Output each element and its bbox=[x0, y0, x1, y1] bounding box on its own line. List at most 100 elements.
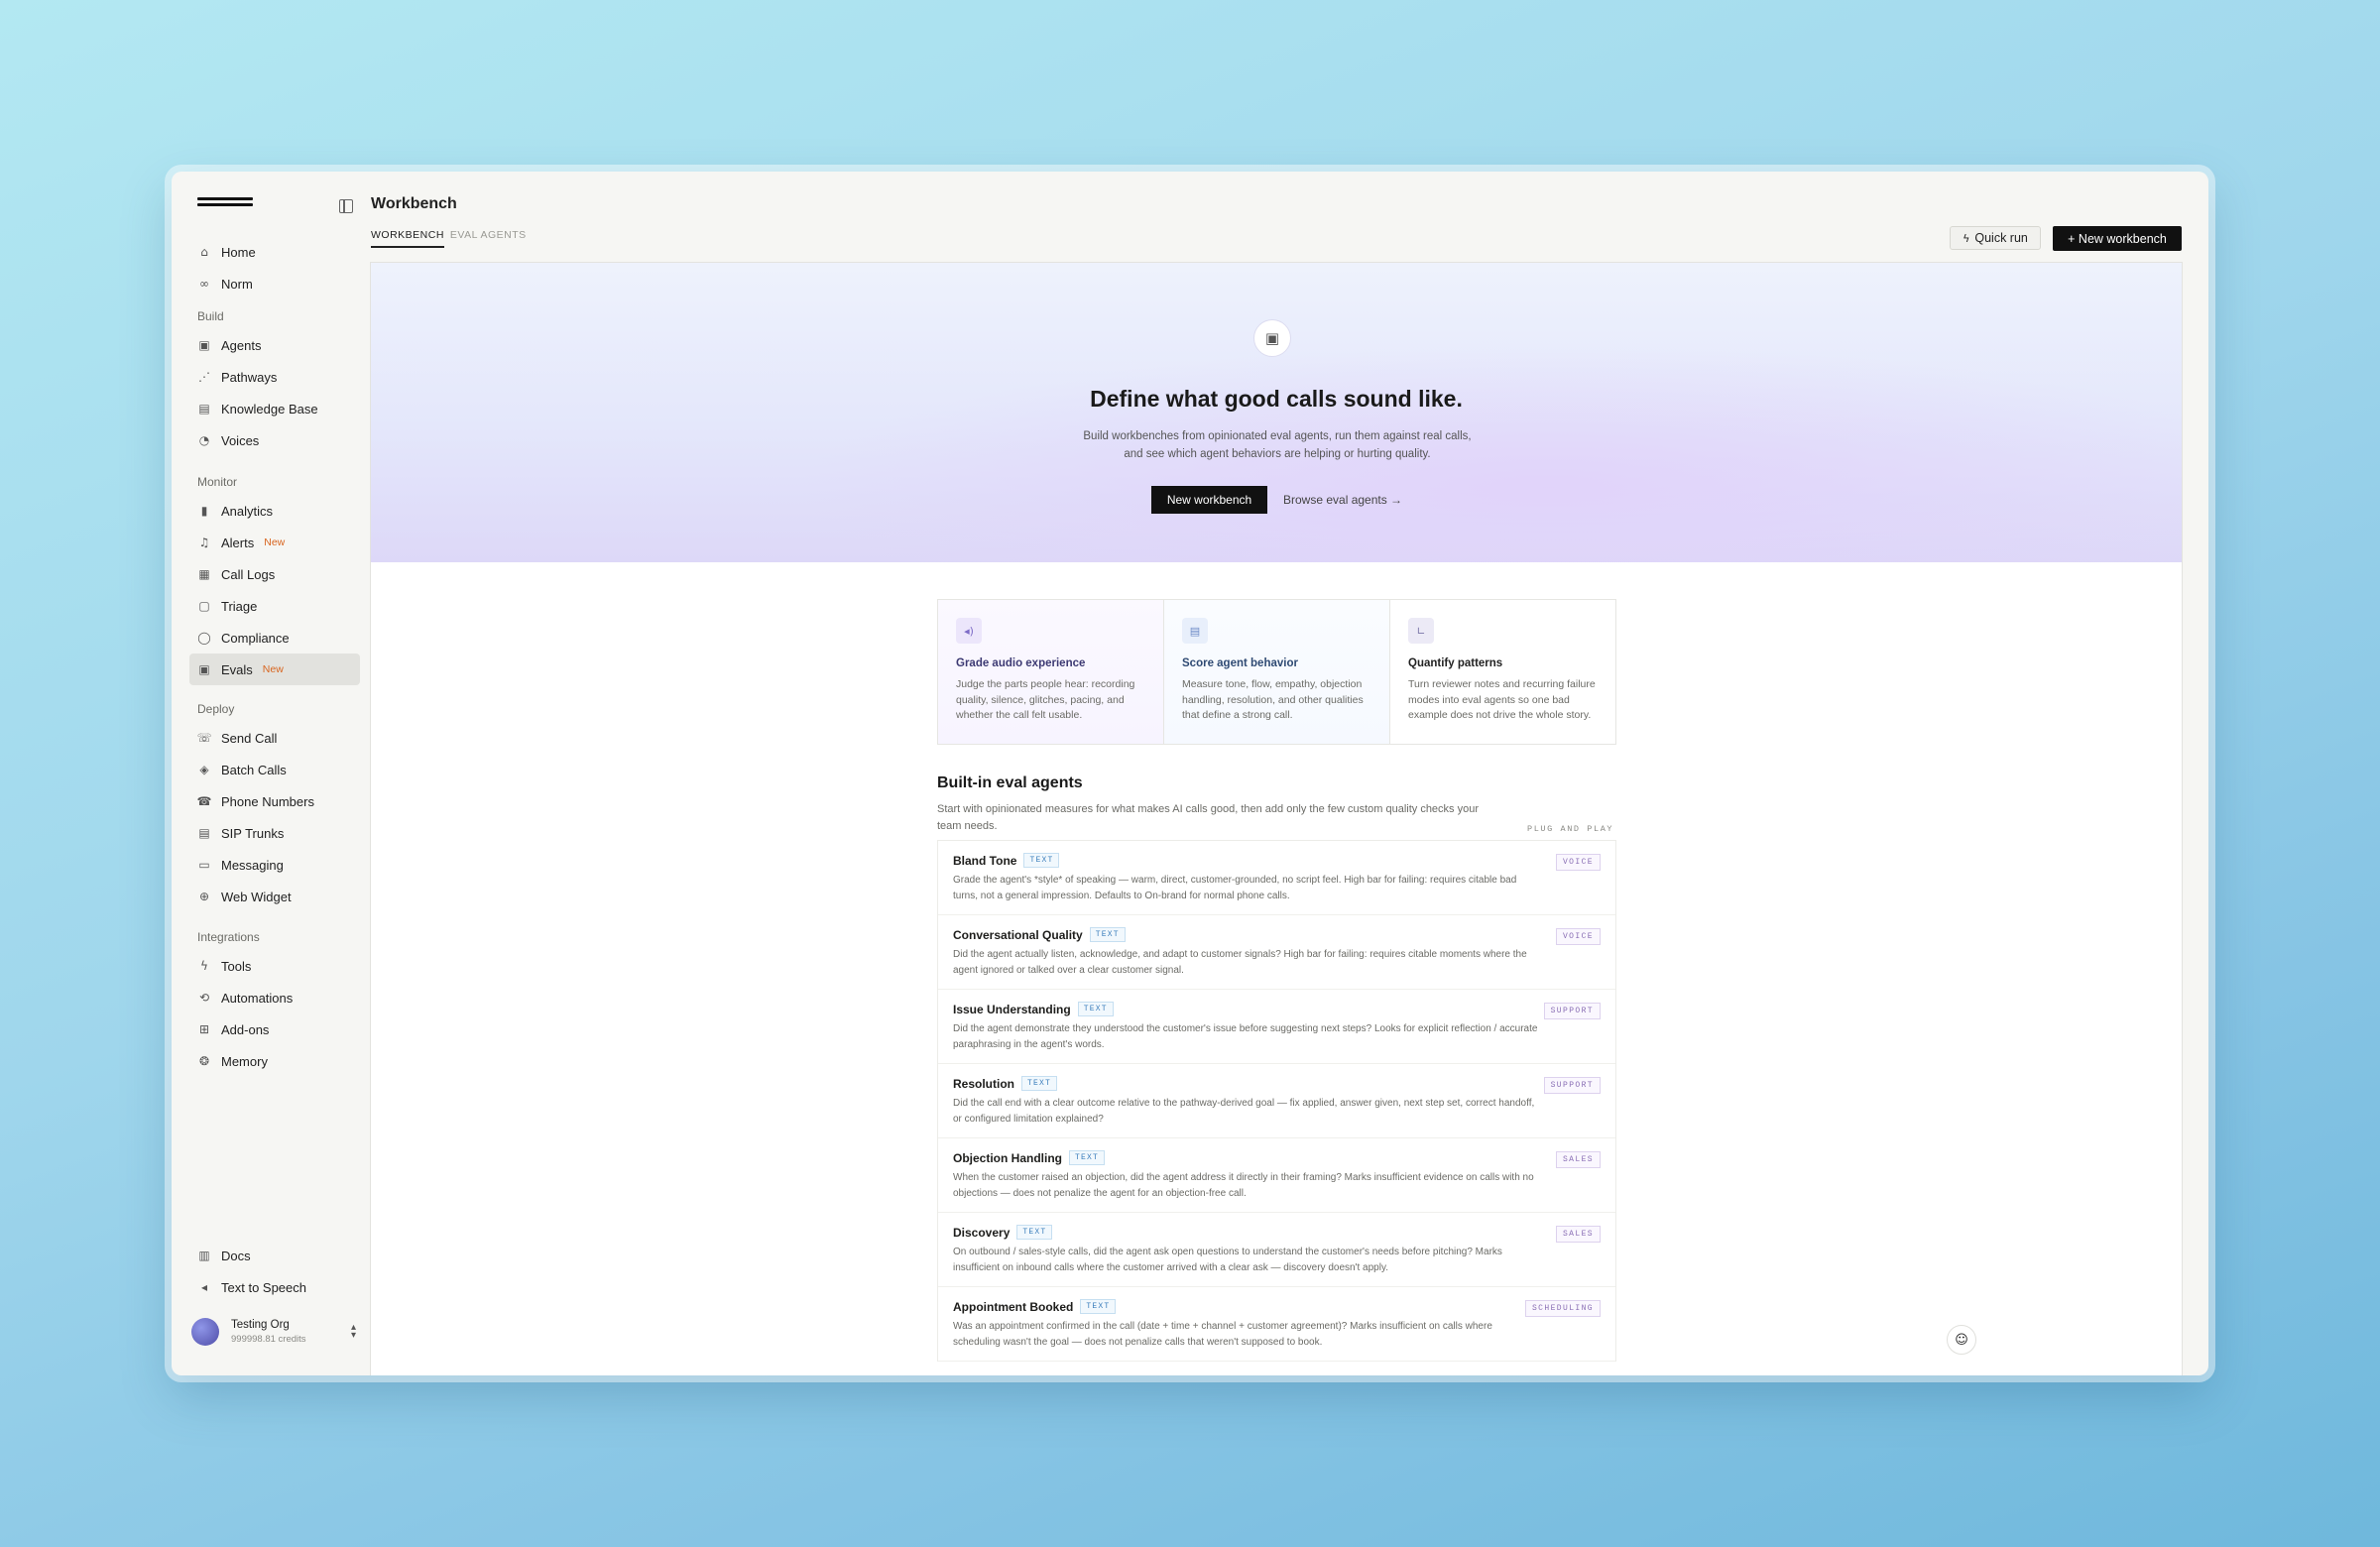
type-badge: TEXT bbox=[1016, 1225, 1053, 1240]
sidebar-item-home[interactable]: ⌂ Home bbox=[189, 236, 360, 268]
feature-card: ◂) Grade audio experience Judge the part… bbox=[938, 600, 1164, 744]
category-badge: SUPPORT bbox=[1543, 1077, 1601, 1094]
sidebar-item-voices[interactable]: ◔ Voices bbox=[189, 424, 360, 456]
list-item[interactable]: Objection Handling TEXT When the customer… bbox=[938, 1138, 1615, 1213]
feature-description: Turn reviewer notes and recurring failur… bbox=[1408, 678, 1596, 721]
norm-icon: ∞ bbox=[199, 277, 209, 291]
agent-description: When the customer raised an objection, d… bbox=[953, 1172, 1534, 1199]
sidebar-item-phone-numbers[interactable]: ☎ Phone Numbers bbox=[189, 785, 360, 817]
sidebar-item-batch-calls[interactable]: ◈ Batch Calls bbox=[189, 754, 360, 785]
sidebar-toggle-icon[interactable] bbox=[339, 199, 353, 213]
globe-icon: ⊕ bbox=[198, 890, 210, 903]
message-icon: ▭ bbox=[198, 858, 210, 872]
document-icon: ▤ bbox=[1182, 618, 1208, 644]
org-name: Testing Org bbox=[231, 1319, 290, 1331]
sidebar-item-pathways[interactable]: ⋰ Pathways bbox=[189, 361, 360, 393]
bar-chart-icon: ▮ bbox=[200, 504, 208, 518]
feature-title: Score agent behavior bbox=[1182, 657, 1298, 669]
list-item[interactable]: Issue Understanding TEXT Did the agent de… bbox=[938, 990, 1615, 1064]
org-switcher[interactable]: Testing Org 999998.81 credits ▴ ▾ bbox=[189, 1312, 360, 1352]
list-item[interactable]: Bland Tone TEXT Grade the agent's *style*… bbox=[938, 841, 1615, 915]
category-badge: SALES bbox=[1555, 1226, 1601, 1243]
builtin-title: Built-in eval agents bbox=[937, 774, 1083, 791]
list-item[interactable]: Resolution TEXT Did the call end with a c… bbox=[938, 1064, 1615, 1138]
app-window: ⌂ Home ∞ Norm Build ▣ Agents ⋰ Pathways ▤ Kno… bbox=[172, 172, 2208, 1375]
feature-description: Measure tone, flow, empathy, objection h… bbox=[1182, 678, 1364, 721]
speaker-icon: ◂ bbox=[200, 1280, 208, 1294]
sidebar-item-automations[interactable]: ⟲ Automations bbox=[189, 982, 360, 1013]
sidebar-item-alerts[interactable]: ♫ Alerts New bbox=[189, 527, 360, 558]
sidebar-item-send-call[interactable]: ☏ Send Call bbox=[189, 722, 360, 754]
agent-icon: ▣ bbox=[198, 338, 210, 352]
list-item[interactable]: Appointment Booked TEXT Was an appointmen… bbox=[938, 1287, 1615, 1362]
nav-monitor: Monitor ▮ Analytics ♫ Alerts New ▦ Call Logs… bbox=[189, 467, 360, 685]
sidebar-item-compliance[interactable]: ◯ Compliance bbox=[189, 622, 360, 654]
agent-name: Discovery bbox=[953, 1225, 1011, 1240]
chevron-up-down-icon: ▴ ▾ bbox=[350, 1322, 356, 1341]
category-badge: SCHEDULING bbox=[1524, 1300, 1601, 1317]
table-icon: ▦ bbox=[198, 567, 210, 581]
speaker-icon: ◂) bbox=[956, 618, 982, 644]
new-workbench-button[interactable]: + New workbench bbox=[2053, 226, 2182, 251]
sidebar-item-norm[interactable]: ∞ Norm bbox=[189, 268, 360, 299]
agent-description: Did the agent demonstrate they understoo… bbox=[953, 1023, 1538, 1050]
phone-outgoing-icon: ☏ bbox=[196, 731, 212, 745]
tab-eval-agents[interactable]: Eval Agents bbox=[450, 229, 527, 248]
page-title: Workbench bbox=[371, 195, 457, 212]
feature-card: ∟ Quantify patterns Turn reviewer notes … bbox=[1390, 600, 1615, 744]
quick-run-button[interactable]: ϟ Quick run bbox=[1950, 226, 2041, 250]
sidebar-item-messaging[interactable]: ▭ Messaging bbox=[189, 849, 360, 881]
tab-workbench[interactable]: Workbench bbox=[371, 229, 444, 248]
agent-name: Issue Understanding bbox=[953, 1002, 1071, 1016]
sidebar-item-knowledge-base[interactable]: ▤ Knowledge Base bbox=[189, 393, 360, 424]
browse-eval-agents-link[interactable]: Browse eval agents → bbox=[1283, 486, 1402, 514]
logo[interactable] bbox=[197, 197, 253, 211]
hero-title: Define what good calls sound like. bbox=[1090, 386, 1463, 412]
org-info: Testing Org 999998.81 credits bbox=[231, 1319, 306, 1345]
agent-description: On outbound / sales-style calls, did the… bbox=[953, 1247, 1502, 1273]
category-badge: VOICE bbox=[1555, 854, 1601, 871]
help-chat-icon[interactable]: ☺ bbox=[1947, 1325, 1976, 1355]
section-title-integrations: Integrations bbox=[197, 930, 260, 944]
sidebar-item-add-ons[interactable]: ⊞ Add-ons bbox=[189, 1013, 360, 1045]
nav-build: Build ▣ Agents ⋰ Pathways ▤ Knowledge Base … bbox=[189, 301, 360, 456]
clipboard-icon: ▢ bbox=[198, 599, 210, 613]
sidebar-item-evals[interactable]: ▣ Evals New bbox=[189, 654, 360, 685]
agent-name: Conversational Quality bbox=[953, 927, 1083, 942]
book-icon: ▥ bbox=[198, 1249, 210, 1262]
sidebar-item-docs[interactable]: ▥ Docs bbox=[189, 1240, 360, 1271]
org-credits: 999998.81 credits bbox=[231, 1334, 306, 1345]
sidebar: ⌂ Home ∞ Norm Build ▣ Agents ⋰ Pathways ▤ Kno… bbox=[172, 172, 370, 1375]
sidebar-item-agents[interactable]: ▣ Agents bbox=[189, 329, 360, 361]
agent-name: Resolution bbox=[953, 1076, 1014, 1091]
hero-new-workbench-button[interactable]: New workbench bbox=[1151, 486, 1267, 514]
sidebar-item-tools[interactable]: ϟ Tools bbox=[189, 950, 360, 982]
pathway-icon: ⋰ bbox=[198, 370, 210, 384]
sidebar-item-sip-trunks[interactable]: ▤ SIP Trunks bbox=[189, 817, 360, 849]
type-badge: TEXT bbox=[1080, 1299, 1117, 1314]
avatar bbox=[191, 1318, 219, 1346]
plug-and-play-tag: PLUG AND PLAY bbox=[1527, 824, 1614, 834]
sidebar-item-memory[interactable]: ❂ Memory bbox=[189, 1045, 360, 1077]
puzzle-icon: ⊞ bbox=[198, 1022, 210, 1036]
list-item[interactable]: Discovery TEXT On outbound / sales-style … bbox=[938, 1213, 1615, 1287]
list-item[interactable]: Conversational Quality TEXT Did the agent… bbox=[938, 915, 1615, 990]
brain-icon: ❂ bbox=[198, 1054, 210, 1068]
sidebar-item-analytics[interactable]: ▮ Analytics bbox=[189, 495, 360, 527]
builtin-description: Start with opinionated measures for what… bbox=[937, 803, 1480, 832]
category-badge: VOICE bbox=[1555, 928, 1601, 945]
sidebar-item-web-widget[interactable]: ⊕ Web Widget bbox=[189, 881, 360, 912]
sidebar-item-call-logs[interactable]: ▦ Call Logs bbox=[189, 558, 360, 590]
automation-icon: ⟲ bbox=[198, 991, 210, 1005]
phone-icon: ☎ bbox=[196, 794, 212, 808]
new-badge: New bbox=[262, 663, 284, 675]
feature-description: Judge the parts people hear: recording q… bbox=[956, 678, 1135, 721]
voice-icon: ◔ bbox=[198, 433, 210, 447]
sidebar-item-triage[interactable]: ▢ Triage bbox=[189, 590, 360, 622]
section-title-monitor: Monitor bbox=[197, 475, 238, 489]
new-badge: New bbox=[264, 536, 286, 548]
sidebar-item-text-to-speech[interactable]: ◂ Text to Speech bbox=[189, 1271, 360, 1303]
tabs: Workbench Eval Agents bbox=[371, 229, 533, 248]
type-badge: TEXT bbox=[1069, 1150, 1106, 1165]
bolt-icon: ϟ bbox=[200, 959, 208, 973]
